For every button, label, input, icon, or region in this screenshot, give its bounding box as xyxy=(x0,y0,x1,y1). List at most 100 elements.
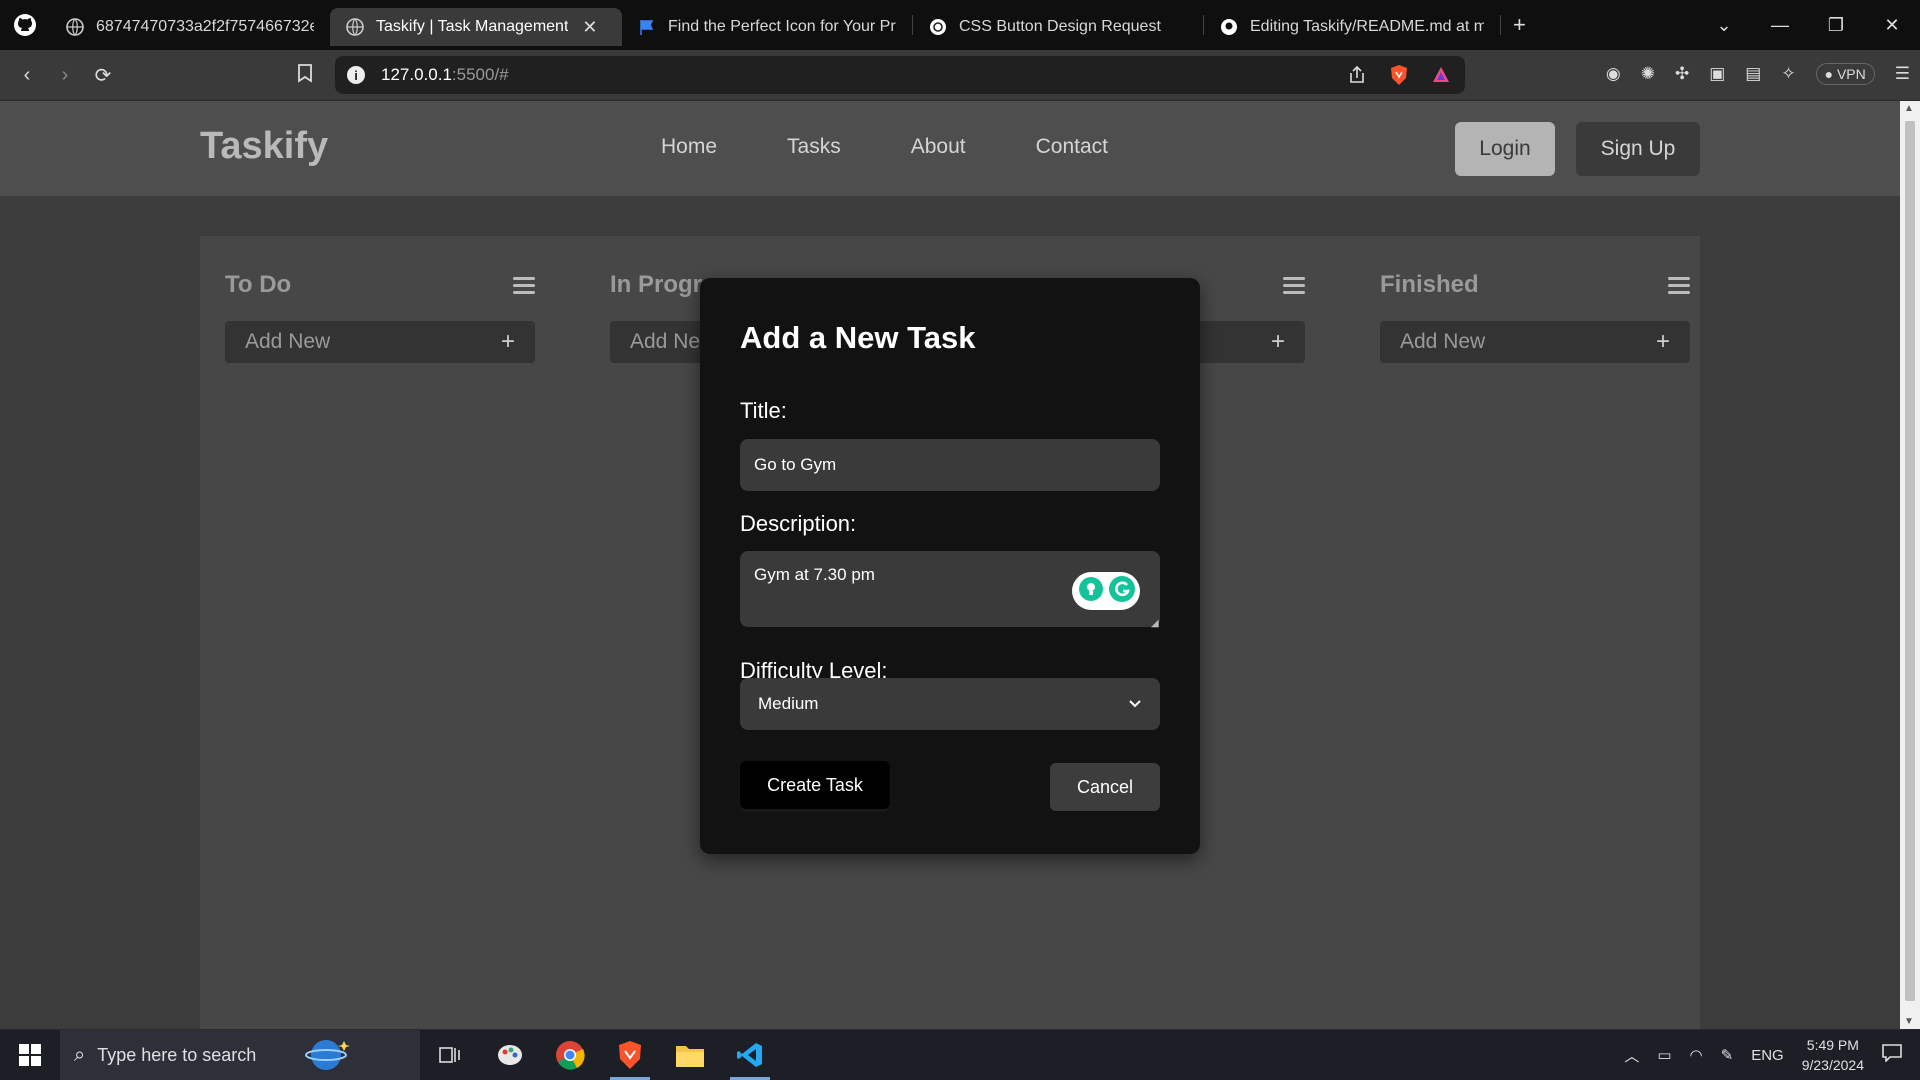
cancel-button[interactable]: Cancel xyxy=(1050,763,1160,811)
tab-search-icon[interactable]: ⌄ xyxy=(1696,15,1752,36)
tab-title: CSS Button Design Request xyxy=(959,18,1161,35)
site-navbar: Taskify Home Tasks About Contact Login S… xyxy=(0,101,1900,196)
title-input[interactable] xyxy=(740,439,1160,491)
brave-rewards-icon[interactable] xyxy=(1431,65,1451,90)
puzzle-icon[interactable]: ✣ xyxy=(1675,64,1689,84)
tab-separator xyxy=(1500,15,1501,35)
wifi-icon[interactable]: ◠ xyxy=(1690,1046,1703,1064)
browser-tab[interactable]: Editing Taskify/README.md at main xyxy=(1204,8,1500,46)
flag-icon xyxy=(638,18,656,36)
search-placeholder: Type here to search xyxy=(97,1044,257,1065)
plus-icon: + xyxy=(1655,328,1670,355)
taskbar-search[interactable]: ⌕ Type here to search xyxy=(60,1030,420,1080)
column-menu-icon[interactable] xyxy=(1283,277,1305,298)
column-menu-icon[interactable] xyxy=(1668,277,1690,298)
language-indicator[interactable]: ENG xyxy=(1751,1047,1784,1064)
column-todo: To Do Add New + xyxy=(225,271,535,363)
nav-links: Home Tasks About Contact xyxy=(661,135,1108,159)
add-new-button[interactable]: Add New + xyxy=(225,321,535,363)
chevron-down-icon xyxy=(1128,694,1142,714)
add-task-modal: Add a New Task Title: Description: Gym a… xyxy=(700,278,1200,854)
add-new-label: Add New xyxy=(245,330,331,353)
browser-tab[interactable]: Find the Perfect Icon for Your Projec xyxy=(622,8,912,46)
page-scrollbar[interactable]: ▲ ▼ xyxy=(1900,101,1920,1029)
sidebar-icon[interactable]: ▣ xyxy=(1709,64,1725,84)
vpn-button[interactable]: ● VPN xyxy=(1815,63,1875,85)
browser-tab-active[interactable]: Taskify | Task Management ✕ xyxy=(330,8,622,46)
column-menu-icon[interactable] xyxy=(513,277,535,298)
login-button[interactable]: Login xyxy=(1455,122,1555,176)
url-path: :5500/# xyxy=(451,65,509,84)
chevron-up-icon[interactable]: ︿ xyxy=(1624,1045,1639,1066)
add-new-button[interactable]: Add New + xyxy=(1380,321,1690,363)
extension-icons: ◉ ✺ ✣ ▣ ▤ ✧ ● VPN ☰ xyxy=(1606,63,1910,85)
battery-icon[interactable]: ▭ xyxy=(1657,1046,1671,1064)
brave-browser-icon[interactable] xyxy=(600,1030,660,1080)
plus-icon: + xyxy=(1270,328,1285,355)
column-finished: Finished Add New + xyxy=(1380,271,1690,363)
tab-title: 68747470733a2f2f757466732e696f2 xyxy=(96,18,314,35)
wallet-icon[interactable]: ▤ xyxy=(1745,64,1761,84)
github-icon xyxy=(1220,18,1238,36)
scroll-down-icon[interactable]: ▼ xyxy=(1904,1016,1914,1027)
chrome-icon[interactable] xyxy=(540,1030,600,1080)
menu-icon[interactable]: ☰ xyxy=(1895,64,1910,84)
extension-gear-icon[interactable]: ✺ xyxy=(1641,64,1655,84)
add-new-label: Add New xyxy=(1400,330,1486,353)
window-controls: ⌄ — ❐ ✕ xyxy=(1696,0,1920,50)
close-window-icon[interactable]: ✕ xyxy=(1864,15,1920,36)
file-explorer-icon[interactable] xyxy=(660,1030,720,1080)
windows-taskbar: ⌕ Type here to search ︿ ▭ ◠ ✎ ENG 5:49 P… xyxy=(0,1030,1920,1080)
clock-time: 5:49 PM xyxy=(1806,1037,1859,1053)
share-icon[interactable] xyxy=(1347,65,1367,90)
modal-heading: Add a New Task xyxy=(740,320,976,355)
nav-tasks[interactable]: Tasks xyxy=(787,135,841,159)
browser-toolbar: ‹ › ⟳ i 127.0.0.1:5500/# ◉ ✺ ✣ ▣ ▤ ✧ ● V… xyxy=(0,50,1920,100)
forward-icon[interactable]: › xyxy=(46,64,84,87)
browser-tab[interactable]: CSS Button Design Request xyxy=(913,8,1203,46)
system-tray: ︿ ▭ ◠ ✎ ENG 5:49 PM 9/23/2024 xyxy=(1624,1030,1920,1080)
nav-contact[interactable]: Contact xyxy=(1036,135,1108,159)
site-logo[interactable]: Taskify xyxy=(200,125,328,168)
notification-icon[interactable] xyxy=(1882,1044,1902,1066)
tab-title: Editing Taskify/README.md at main xyxy=(1250,18,1484,35)
difficulty-select[interactable]: Medium xyxy=(740,678,1160,730)
scroll-up-icon[interactable]: ▲ xyxy=(1904,103,1914,114)
search-icon: ⌕ xyxy=(74,1043,86,1066)
clock[interactable]: 5:49 PM 9/23/2024 xyxy=(1802,1035,1864,1075)
column-title: To Do xyxy=(225,271,292,298)
new-tab-button[interactable]: + xyxy=(1513,12,1526,38)
minimize-icon[interactable]: — xyxy=(1752,15,1808,36)
nav-about[interactable]: About xyxy=(911,135,966,159)
grammarly-widget[interactable] xyxy=(1072,572,1140,610)
pen-icon[interactable]: ✎ xyxy=(1721,1046,1734,1064)
vscode-icon[interactable] xyxy=(720,1030,780,1080)
openai-icon xyxy=(929,18,947,36)
nav-home[interactable]: Home xyxy=(661,135,717,159)
github-icon[interactable] xyxy=(0,0,50,50)
restore-icon[interactable]: ❐ xyxy=(1808,15,1864,36)
globe-icon xyxy=(66,18,84,36)
create-task-button[interactable]: Create Task xyxy=(740,761,890,809)
close-tab-icon[interactable]: ✕ xyxy=(582,17,597,38)
paint-app-icon[interactable] xyxy=(480,1030,540,1080)
globe-icon xyxy=(346,18,364,36)
reload-icon[interactable]: ⟳ xyxy=(84,63,122,88)
grammarly-icon xyxy=(1108,575,1136,608)
signup-button[interactable]: Sign Up xyxy=(1576,122,1700,176)
leo-ai-icon[interactable]: ✧ xyxy=(1781,64,1795,84)
windows-start-icon[interactable] xyxy=(0,1044,60,1066)
scrollbar-thumb[interactable] xyxy=(1905,121,1915,1001)
resize-handle-icon[interactable]: ◢ xyxy=(1151,618,1159,629)
page-viewport: Taskify Home Tasks About Contact Login S… xyxy=(0,101,1900,1029)
extension-globe-icon[interactable]: ◉ xyxy=(1606,64,1621,84)
site-info-icon[interactable]: i xyxy=(347,66,365,84)
search-highlight-icon xyxy=(304,1033,358,1078)
task-view-icon[interactable] xyxy=(420,1030,480,1080)
back-icon[interactable]: ‹ xyxy=(8,64,46,87)
browser-tab[interactable]: 68747470733a2f2f757466732e696f2 xyxy=(50,8,330,46)
address-bar[interactable]: i 127.0.0.1:5500/# xyxy=(335,56,1465,94)
brave-shield-icon[interactable] xyxy=(1389,64,1409,91)
bookmark-icon[interactable] xyxy=(286,63,324,88)
address-bar-icons xyxy=(1347,64,1451,91)
